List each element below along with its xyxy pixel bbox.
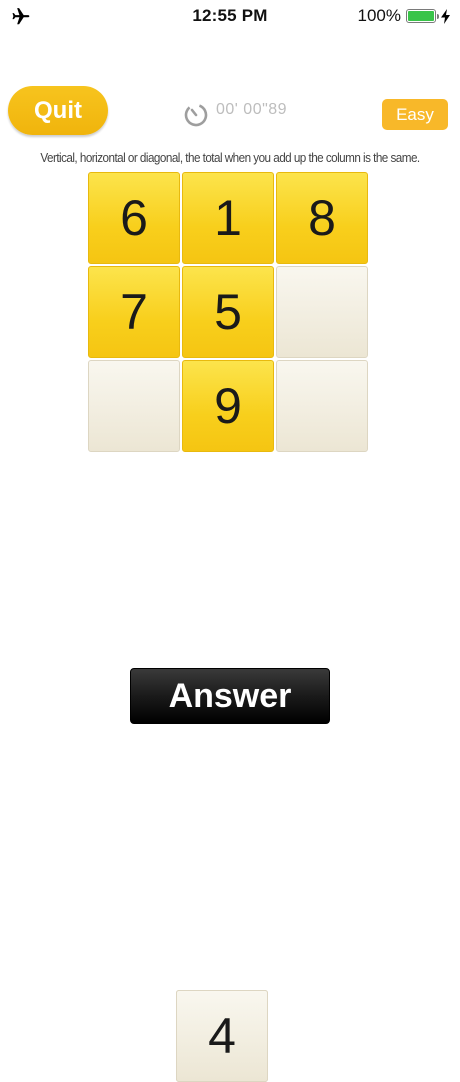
battery-percent: 100% bbox=[357, 6, 401, 25]
grid-cell-2-1[interactable]: 7 bbox=[88, 266, 180, 358]
grid-cell-1-1[interactable]: 6 bbox=[88, 172, 180, 264]
battery-icon bbox=[406, 9, 439, 23]
grid-cell-2-2[interactable]: 5 bbox=[182, 266, 274, 358]
status-right: 100% bbox=[358, 6, 450, 26]
quit-button[interactable]: Quit bbox=[8, 86, 108, 135]
difficulty-button[interactable]: Easy bbox=[382, 99, 448, 130]
status-bar: 12:55 PM 100% bbox=[0, 0, 460, 32]
grid-cell-3-2[interactable]: 9 bbox=[182, 360, 274, 452]
elapsed-timer: 00' 00"89 bbox=[216, 101, 288, 118]
bank-tile[interactable]: 4 bbox=[176, 990, 268, 1082]
timer-icon bbox=[184, 103, 208, 127]
answer-button[interactable]: Answer bbox=[130, 668, 330, 724]
battery-nub bbox=[437, 14, 439, 19]
instructions-text: Vertical, horizontal or diagonal, the to… bbox=[40, 150, 420, 165]
charging-bolt-icon bbox=[441, 8, 450, 24]
grid-cell-1-3[interactable]: 8 bbox=[276, 172, 368, 264]
grid-cell-3-3[interactable] bbox=[276, 360, 368, 452]
grid-cell-1-2[interactable]: 1 bbox=[182, 172, 274, 264]
grid-cell-3-1[interactable] bbox=[88, 360, 180, 452]
grid-cell-2-3[interactable] bbox=[276, 266, 368, 358]
battery-fill bbox=[408, 11, 434, 21]
magic-square-grid: 6 1 8 7 5 9 bbox=[88, 172, 368, 452]
